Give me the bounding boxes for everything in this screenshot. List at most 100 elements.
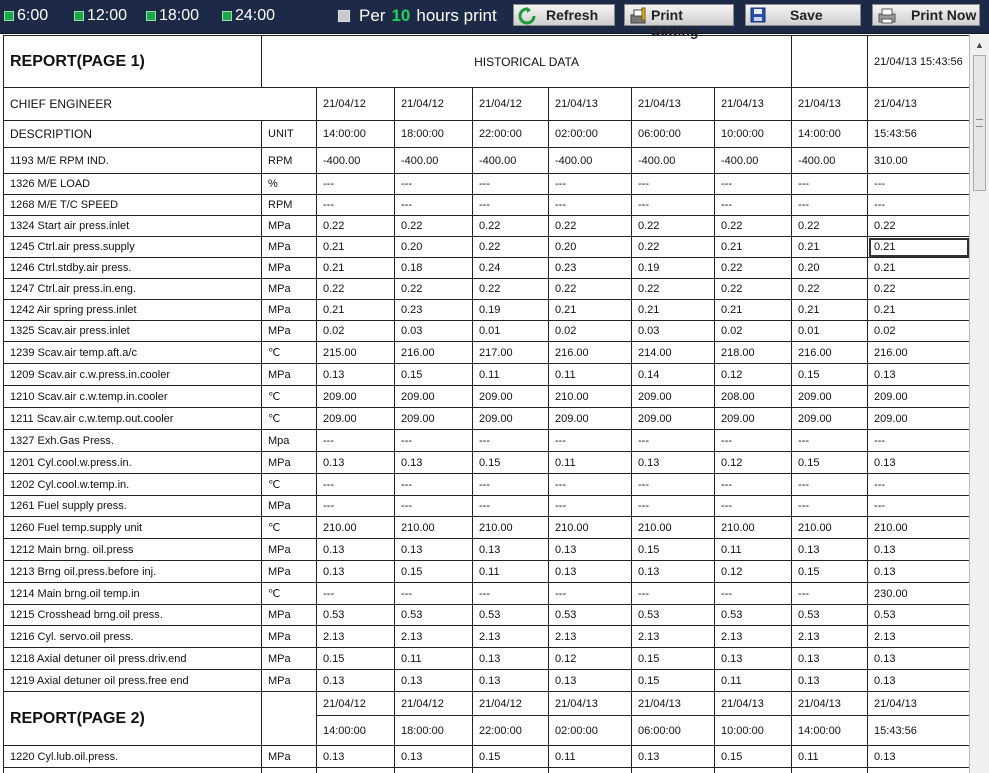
value-cell[interactable]: 0.15 <box>713 745 793 768</box>
checkbox-icon[interactable] <box>74 11 84 21</box>
value-cell[interactable]: 0.13 <box>394 669 473 692</box>
value-cell[interactable]: 0.21 <box>316 257 395 279</box>
value-cell[interactable]: 0.13 <box>472 669 549 692</box>
value-cell[interactable]: 0.13 <box>548 538 632 561</box>
value-cell[interactable]: 210.00 <box>867 516 969 539</box>
value-cell[interactable]: 0.21 <box>548 299 632 321</box>
value-cell[interactable]: 2.13 <box>867 625 969 648</box>
value-cell[interactable]: --- <box>316 194 395 216</box>
value-cell[interactable]: 0.15 <box>394 560 473 583</box>
value-cell[interactable]: 310.00 <box>867 147 969 174</box>
value-cell[interactable]: 0.21 <box>713 236 793 258</box>
value-cell[interactable]: 210.00 <box>548 516 632 539</box>
value-cell[interactable]: 0.11 <box>472 560 549 583</box>
value-cell[interactable]: 0.22 <box>631 215 715 237</box>
value-cell[interactable]: --- <box>631 473 715 496</box>
value-cell[interactable]: 0.21 <box>316 299 395 321</box>
value-cell[interactable]: 230.00 <box>867 582 969 605</box>
value-cell[interactable]: 0.13 <box>316 745 395 768</box>
value-cell[interactable]: --- <box>472 429 549 452</box>
value-cell[interactable]: --- <box>631 429 715 452</box>
value-cell[interactable]: 0.53 <box>631 604 715 626</box>
value-cell[interactable]: 0.13 <box>867 363 969 386</box>
value-cell[interactable]: 0.13 <box>316 451 395 474</box>
value-cell[interactable]: 0.11 <box>472 363 549 386</box>
value-cell[interactable]: 0.53 <box>548 604 632 626</box>
value-cell[interactable]: 0.15 <box>472 745 549 768</box>
value-cell[interactable]: --- <box>472 473 549 496</box>
print-setting-button[interactable]: Print Setting <box>624 4 734 39</box>
value-cell[interactable]: --- <box>394 495 473 517</box>
checkbox-24[interactable]: 24:00 <box>222 5 275 27</box>
value-cell[interactable]: 0.13 <box>548 560 632 583</box>
value-cell[interactable]: 0.11 <box>394 647 473 670</box>
value-cell[interactable]: --- <box>316 473 395 496</box>
value-cell[interactable]: 0.15 <box>791 560 869 583</box>
value-cell[interactable]: 0.53 <box>867 604 969 626</box>
value-cell[interactable]: --- <box>548 767 632 773</box>
value-cell[interactable]: --- <box>631 767 715 773</box>
value-cell[interactable]: 2.13 <box>316 625 395 648</box>
value-cell[interactable]: 0.22 <box>472 215 549 237</box>
checkbox-icon[interactable] <box>146 11 156 21</box>
value-cell[interactable]: --- <box>713 473 793 496</box>
value-cell[interactable]: 0.11 <box>713 669 793 692</box>
value-cell[interactable]: --- <box>472 767 549 773</box>
value-cell[interactable]: --- <box>631 495 715 517</box>
value-cell[interactable]: --- <box>472 582 549 605</box>
value-cell[interactable]: 209.00 <box>394 407 473 430</box>
value-cell[interactable]: 0.13 <box>791 669 869 692</box>
value-cell[interactable]: 0.15 <box>472 451 549 474</box>
value-cell[interactable]: 0.13 <box>472 538 549 561</box>
value-cell[interactable]: 209.00 <box>394 385 473 408</box>
value-cell[interactable]: 0.22 <box>867 278 969 300</box>
value-cell[interactable]: 209.00 <box>472 407 549 430</box>
value-cell[interactable]: 0.22 <box>631 236 715 258</box>
value-cell[interactable]: --- <box>316 429 395 452</box>
value-cell[interactable]: 0.03 <box>631 320 715 342</box>
value-cell[interactable]: 0.13 <box>548 669 632 692</box>
value-cell[interactable]: 210.00 <box>548 385 632 408</box>
value-cell[interactable]: 0.12 <box>713 363 793 386</box>
value-cell[interactable]: 210.00 <box>316 516 395 539</box>
value-cell[interactable]: --- <box>713 173 793 195</box>
value-cell[interactable]: 0.11 <box>548 745 632 768</box>
value-cell[interactable]: 0.21 <box>791 236 869 258</box>
value-cell[interactable]: --- <box>548 495 632 517</box>
value-cell[interactable]: 0.13 <box>316 560 395 583</box>
value-cell[interactable]: 0.53 <box>472 604 549 626</box>
value-cell[interactable]: 0.13 <box>867 669 969 692</box>
per-checkbox[interactable] <box>338 10 350 22</box>
value-cell[interactable]: --- <box>316 582 395 605</box>
value-cell[interactable]: 209.00 <box>791 407 869 430</box>
value-cell[interactable]: 0.22 <box>548 215 632 237</box>
value-cell[interactable]: --- <box>316 495 395 517</box>
value-cell[interactable]: 0.01 <box>472 320 549 342</box>
value-cell[interactable]: 0.13 <box>472 647 549 670</box>
value-cell[interactable]: 209.00 <box>548 407 632 430</box>
value-cell[interactable]: 215.00 <box>316 341 395 364</box>
value-cell[interactable]: 0.22 <box>316 215 395 237</box>
value-cell[interactable]: 0.12 <box>548 647 632 670</box>
value-cell[interactable]: 209.00 <box>316 385 395 408</box>
value-cell[interactable]: 0.02 <box>548 320 632 342</box>
value-cell[interactable]: 214.00 <box>631 341 715 364</box>
checkbox-icon[interactable] <box>4 11 14 21</box>
value-cell[interactable]: --- <box>713 194 793 216</box>
value-cell[interactable]: 0.13 <box>713 647 793 670</box>
value-cell[interactable]: -400.00 <box>548 147 632 174</box>
value-cell[interactable]: 0.12 <box>713 560 793 583</box>
value-cell[interactable]: 0.22 <box>791 278 869 300</box>
value-cell[interactable]: 0.53 <box>713 604 793 626</box>
value-cell[interactable]: 0.11 <box>791 745 869 768</box>
checkbox-6[interactable]: 6:00 <box>4 5 48 27</box>
value-cell[interactable]: 0.11 <box>713 538 793 561</box>
value-cell[interactable]: 0.13 <box>394 538 473 561</box>
value-cell[interactable]: 0.18 <box>394 257 473 279</box>
value-cell[interactable]: 0.13 <box>316 669 395 692</box>
value-cell[interactable]: 0.15 <box>394 363 473 386</box>
value-cell[interactable]: --- <box>867 473 969 496</box>
value-cell[interactable]: 0.13 <box>631 560 715 583</box>
value-cell[interactable]: 2.13 <box>713 625 793 648</box>
value-cell[interactable]: --- <box>472 173 549 195</box>
